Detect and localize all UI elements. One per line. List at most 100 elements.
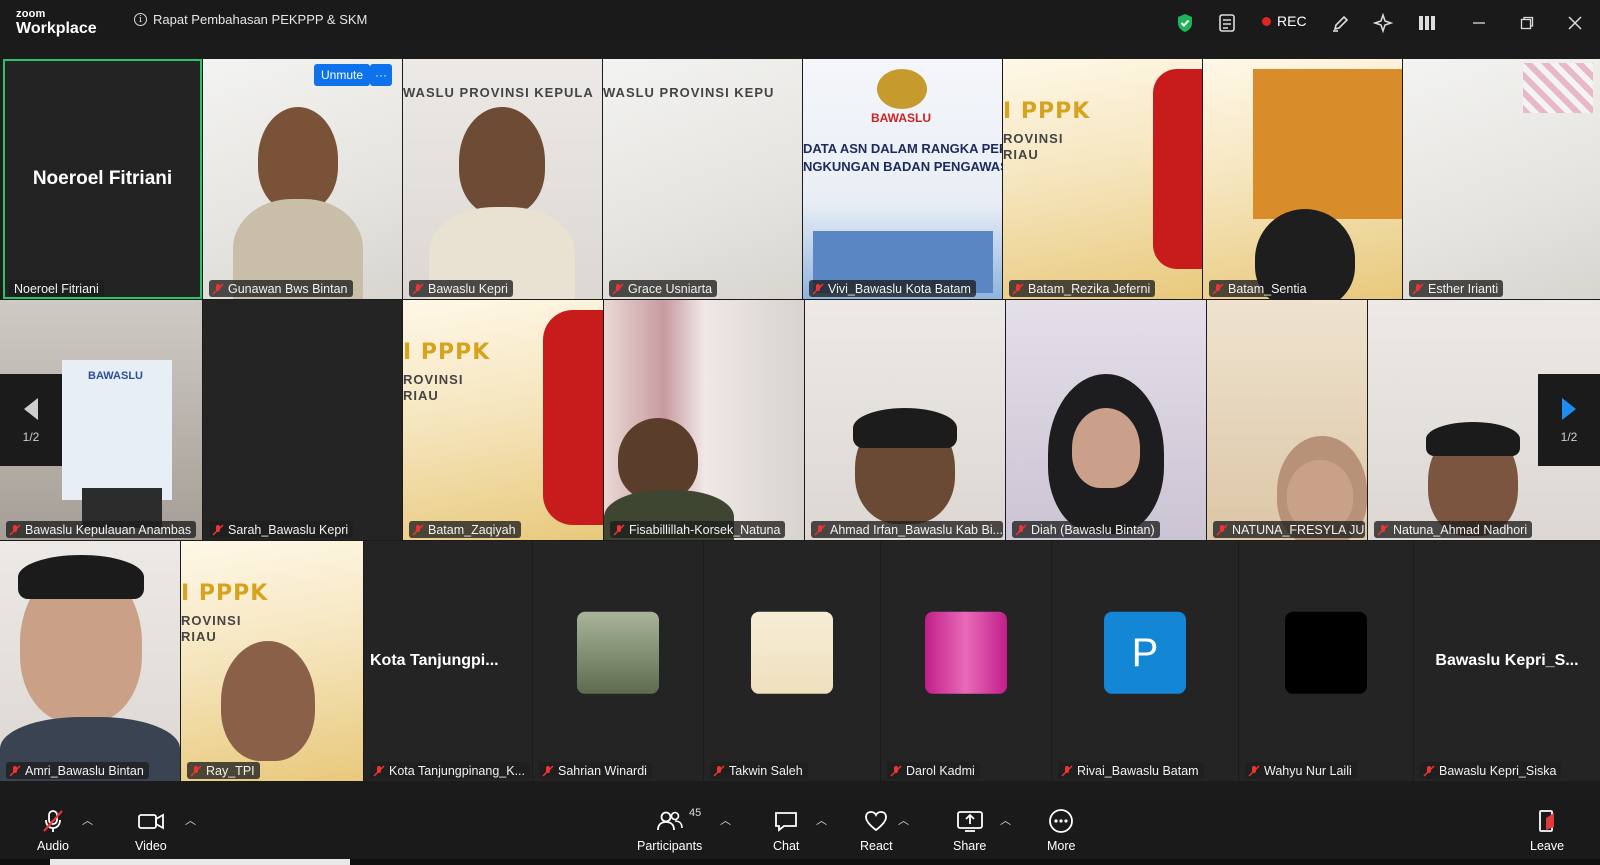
muted-mic-icon bbox=[43, 810, 63, 832]
video-button[interactable]: Video bbox=[135, 808, 167, 853]
participant-name: Ahmad Irfan_Bawaslu Kab Bi... bbox=[830, 522, 1003, 537]
participant-tile[interactable]: Bawaslu Kepri_S... Bawaslu Kepri_Siska bbox=[1414, 541, 1600, 781]
react-options-chevron-up-icon[interactable]: ︿ bbox=[898, 812, 909, 828]
background-logo-text: BAWASLU bbox=[871, 111, 931, 125]
muted-mic-icon bbox=[612, 282, 624, 295]
participant-name-label: Sarah_Bawaslu Kepri bbox=[209, 521, 354, 538]
audio-options-chevron-up-icon[interactable]: ︿ bbox=[82, 812, 93, 828]
background-banner-text-3: RIAU bbox=[1003, 147, 1039, 162]
participant-tile[interactable]: I PPPK ROVINSI RIAU Ray_TPI bbox=[181, 541, 363, 781]
muted-mic-icon bbox=[190, 764, 202, 777]
participant-tile[interactable]: Fisabillillah-Korsek_Natuna bbox=[604, 300, 804, 540]
audio-label: Audio bbox=[37, 839, 69, 853]
leave-door-icon bbox=[1539, 810, 1555, 832]
unmute-button[interactable]: Unmute bbox=[314, 64, 371, 86]
notes-icon[interactable] bbox=[1216, 12, 1238, 34]
participant-tile[interactable]: Amri_Bawaslu Bintan bbox=[0, 541, 180, 781]
participant-name-label: Takwin Saleh bbox=[710, 762, 808, 779]
background-banner-text: I PPPK bbox=[1003, 99, 1091, 124]
recording-indicator[interactable]: REC bbox=[1262, 13, 1307, 29]
participant-name: Batam_Sentia bbox=[1228, 281, 1307, 296]
participant-tile[interactable]: Ahmad Irfan_Bawaslu Kab Bi... bbox=[805, 300, 1005, 540]
rec-label: REC bbox=[1277, 13, 1307, 29]
participants-options-chevron-up-icon[interactable]: ︿ bbox=[720, 812, 731, 828]
more-options-icon bbox=[1049, 809, 1074, 833]
participant-name: Ray_TPI bbox=[206, 763, 255, 778]
participant-tile[interactable]: Sahrian Winardi bbox=[533, 541, 703, 781]
participant-name-label: Batam_Rezika Jeferni bbox=[1009, 280, 1156, 297]
gallery-layout-icon[interactable] bbox=[1416, 12, 1438, 34]
participant-tile[interactable]: BAWASLU DATA ASN DALAM RANGKA PERSIAPAN … bbox=[803, 59, 1002, 299]
heart-icon bbox=[865, 811, 888, 832]
participant-name: Vivi_Bawaslu Kota Batam bbox=[828, 281, 971, 296]
participant-name: Rivai_Bawaslu Batam bbox=[1077, 763, 1199, 778]
red-banner-shape bbox=[543, 310, 603, 525]
muted-mic-icon bbox=[1212, 282, 1224, 295]
participant-tile[interactable]: Takwin Saleh bbox=[704, 541, 880, 781]
muted-mic-icon bbox=[1012, 282, 1024, 295]
close-icon[interactable] bbox=[1564, 12, 1586, 34]
more-label: More bbox=[1047, 839, 1076, 853]
audio-button[interactable]: Audio bbox=[37, 808, 69, 853]
leave-button[interactable]: Leave bbox=[1530, 808, 1564, 853]
background-banner-text-2: NGKUNGAN BADAN PENGAWAS PEMILIHAN bbox=[803, 159, 1002, 174]
muted-mic-icon bbox=[373, 764, 385, 777]
muted-mic-icon bbox=[812, 282, 824, 295]
participants-icon bbox=[656, 811, 683, 831]
video-options-chevron-up-icon[interactable]: ︿ bbox=[185, 812, 196, 828]
participant-tile[interactable]: Noeroel Fitriani Noeroel Fitriani bbox=[3, 59, 202, 299]
participant-tile[interactable]: Darol Kadmi bbox=[881, 541, 1051, 781]
taskbar-segment bbox=[50, 859, 350, 865]
participant-tile[interactable]: Gunawan Bws Bintan bbox=[203, 59, 402, 299]
participant-tile[interactable]: WASLU PROVINSI KEPU Grace Usniarta bbox=[603, 59, 802, 299]
garuda-emblem-icon bbox=[877, 69, 927, 109]
meeting-info[interactable]: i Rapat Pembahasan PEKPPP & SKM bbox=[134, 12, 367, 27]
more-button[interactable]: More bbox=[1047, 808, 1075, 853]
background-banner-text-2: ROVINSI bbox=[403, 372, 464, 387]
page-indicator-left: 1/2 bbox=[22, 430, 40, 444]
participant-name-label: Vivi_Bawaslu Kota Batam bbox=[809, 280, 976, 297]
participant-tile[interactable]: I PPPK ROVINSI RIAU Batam_Zaqiyah bbox=[403, 300, 603, 540]
pen-icon[interactable] bbox=[1330, 12, 1352, 34]
muted-mic-icon bbox=[9, 523, 21, 536]
shield-check-icon[interactable] bbox=[1174, 12, 1196, 34]
participant-name: Batam_Zaqiyah bbox=[428, 522, 516, 537]
participant-tile[interactable]: Sarah_Bawaslu Kepri bbox=[203, 300, 402, 540]
participant-tile[interactable]: Diah (Bawaslu Bintan) bbox=[1006, 300, 1206, 540]
participant-tile[interactable]: P Rivai_Bawaslu Batam bbox=[1052, 541, 1238, 781]
participant-tile[interactable]: Kota Tanjungpi... Kota Tanjungpinang_K..… bbox=[364, 541, 532, 781]
chat-button[interactable]: Chat bbox=[773, 808, 799, 853]
zoom-workplace-logo: zoom Workplace bbox=[16, 9, 97, 37]
info-icon[interactable]: i bbox=[134, 13, 147, 26]
participant-hair bbox=[853, 408, 957, 448]
participant-video bbox=[459, 107, 545, 215]
muted-mic-icon bbox=[814, 523, 826, 536]
participant-tile[interactable]: NATUNA_FRESYLA JU... bbox=[1207, 300, 1367, 540]
video-gallery: Noeroel Fitriani Noeroel Fitriani Gunawa… bbox=[0, 58, 1600, 800]
participants-label: Participants bbox=[637, 839, 703, 853]
participant-tile[interactable]: I PPPK ROVINSI RIAU Batam_Rezika Jeferni bbox=[1003, 59, 1202, 299]
page-indicator-right: 1/2 bbox=[1560, 430, 1578, 444]
background-banner-text: BAWASLU bbox=[88, 370, 143, 382]
participant-tile[interactable]: Batam_Sentia bbox=[1203, 59, 1402, 299]
participant-name-label: Batam_Zaqiyah bbox=[409, 521, 521, 538]
share-label: Share bbox=[953, 839, 987, 853]
react-button[interactable]: React bbox=[860, 808, 893, 853]
restore-icon[interactable] bbox=[1516, 12, 1538, 34]
participant-name: Sarah_Bawaslu Kepri bbox=[228, 522, 349, 537]
chat-options-chevron-up-icon[interactable]: ︿ bbox=[816, 812, 827, 828]
share-options-chevron-up-icon[interactable]: ︿ bbox=[1000, 812, 1011, 828]
participant-tile[interactable]: Wahyu Nur Laili bbox=[1239, 541, 1413, 781]
sparkle-icon[interactable] bbox=[1372, 12, 1394, 34]
next-page-button[interactable]: 1/2 bbox=[1538, 374, 1600, 466]
minimize-icon[interactable] bbox=[1468, 12, 1490, 34]
participant-tile[interactable]: WASLU PROVINSI KEPULA Bawaslu Kepri bbox=[403, 59, 602, 299]
share-button[interactable]: Share bbox=[953, 808, 986, 853]
previous-page-button[interactable]: 1/2 bbox=[0, 374, 62, 466]
participant-name: Natuna_Ahmad Nadhori bbox=[1393, 522, 1528, 537]
tile-more-button[interactable]: ··· bbox=[370, 64, 392, 86]
participant-name-label: Bawaslu Kepri_Siska bbox=[1420, 762, 1562, 779]
chevron-right-icon bbox=[1562, 398, 1576, 420]
participant-video bbox=[1072, 408, 1140, 488]
participant-tile[interactable]: Esther Irianti bbox=[1403, 59, 1600, 299]
